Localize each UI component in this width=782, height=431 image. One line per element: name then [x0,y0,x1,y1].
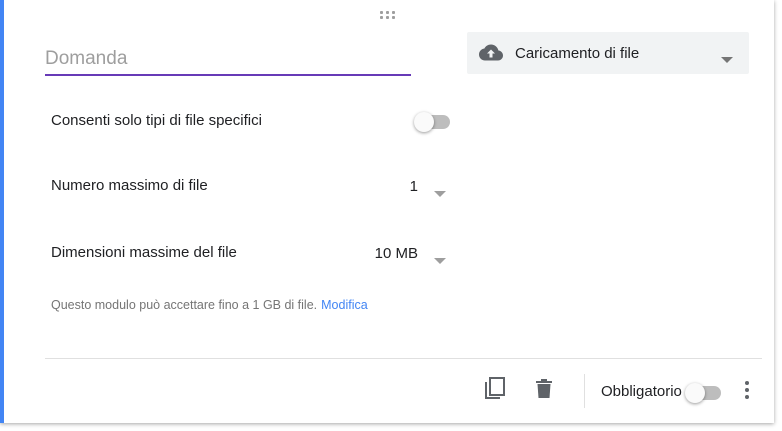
max-files-value: 1 [409,178,418,195]
chevron-down-icon [434,184,446,202]
chevron-down-icon [434,251,446,269]
max-size-value: 10 MB [374,245,418,262]
question-type-label: Caricamento di file [515,45,640,62]
max-files-dropdown[interactable]: 1 [395,172,455,200]
specific-file-types-toggle[interactable] [414,110,450,132]
required-toggle[interactable] [685,381,721,403]
trash-icon[interactable] [536,379,552,403]
upload-limit-hint: Questo modulo può accettare fino a 1 GB … [51,298,368,312]
active-card-indicator [0,0,4,423]
question-type-dropdown[interactable]: Caricamento di file [467,32,749,74]
max-files-label: Numero massimo di file [51,177,208,194]
chevron-down-icon [721,50,733,68]
max-size-dropdown[interactable]: 10 MB [360,239,455,267]
copy-icon[interactable] [484,377,506,406]
footer-divider [45,358,762,359]
edit-limit-link[interactable]: Modifica [321,298,368,312]
upload-limit-text: Questo modulo può accettare fino a 1 GB … [51,298,318,312]
max-size-label: Dimensioni massime del file [51,244,237,261]
footer-vertical-divider [584,374,585,408]
specific-file-types-label: Consenti solo tipi di file specifici [51,112,262,129]
drag-handle-icon[interactable] [380,11,398,21]
more-vert-icon[interactable] [744,380,750,400]
cloud-upload-icon [479,42,503,69]
question-card: Caricamento di file Consenti solo tipi d… [0,0,774,423]
required-label: Obbligatorio [601,383,682,400]
question-input[interactable] [45,44,411,76]
